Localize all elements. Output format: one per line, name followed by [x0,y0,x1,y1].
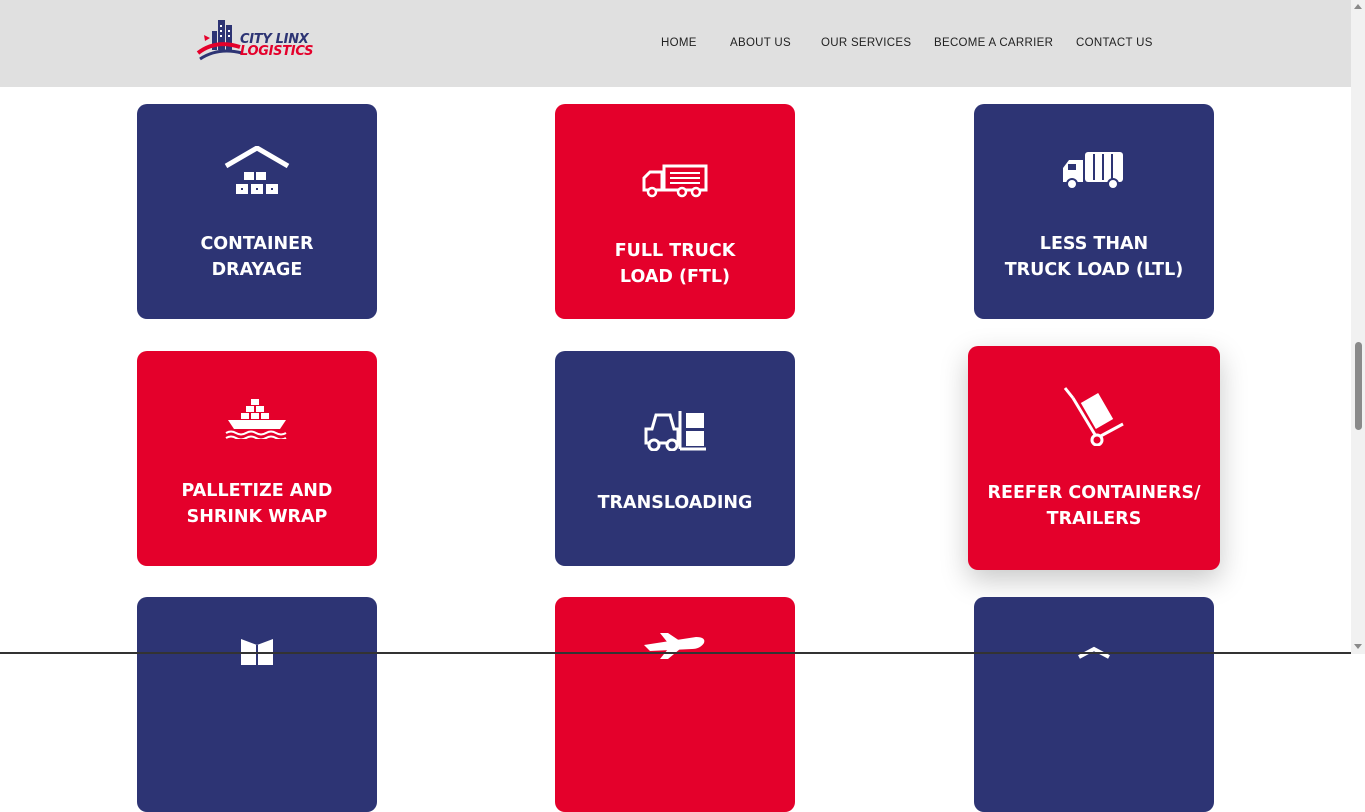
service-card-palletize-and-shrink-wrap[interactable]: PALLETIZE AND SHRINK WRAP [137,351,377,566]
warehouse-icon [224,146,290,194]
service-title: CONTAINER DRAYAGE [200,234,314,280]
service-card-row3-right[interactable] [974,597,1214,812]
main-nav: HOME ABOUT US OUR SERVICES BECOME A CARR… [0,37,1351,51]
nav-home[interactable]: HOME [661,37,697,49]
service-card-reefer-containers-trailers[interactable]: REEFER CONTAINERS/ TRAILERS [968,346,1220,570]
scroll-up-arrow-icon[interactable] [1354,4,1362,9]
forklift-icon [644,411,706,451]
scrollbar-thumb[interactable] [1355,342,1362,430]
service-card-less-than-truck-load[interactable]: LESS THAN TRUCK LOAD (LTL) [974,104,1214,319]
nav-our-services[interactable]: OUR SERVICES [821,37,911,49]
service-card-container-drayage[interactable]: CONTAINER DRAYAGE [137,104,377,319]
service-title: TRANSLOADING [597,493,753,513]
boxes-icon [241,639,273,665]
box-truck-icon [1063,152,1123,190]
service-card-row3-center[interactable] [555,597,795,812]
service-title: PALLETIZE AND SHRINK WRAP [181,481,333,527]
nav-about-us[interactable]: ABOUT US [730,37,791,49]
scroll-down-arrow-icon[interactable] [1354,644,1362,649]
service-title: FULL TRUCK LOAD (FTL) [614,241,736,287]
service-card-full-truck-load[interactable]: FULL TRUCK LOAD (FTL) [555,104,795,319]
nav-contact-us[interactable]: CONTACT US [1076,37,1153,49]
service-card-row3-left[interactable] [137,597,377,812]
airplane-icon [644,633,705,659]
cargo-ship-icon [225,399,287,439]
hand-truck-icon [1063,387,1124,446]
nav-become-a-carrier[interactable]: BECOME A CARRIER [934,37,1053,49]
service-title: REEFER CONTAINERS/ TRAILERS [987,483,1201,529]
vertical-scrollbar[interactable] [1351,0,1365,654]
site-header: CITY LINX LOGISTICS HOME ABOUT US OUR SE… [0,0,1351,87]
truck-icon [642,164,708,198]
service-title: LESS THAN TRUCK LOAD (LTL) [1004,234,1184,280]
service-card-transloading[interactable]: TRANSLOADING [555,351,795,566]
